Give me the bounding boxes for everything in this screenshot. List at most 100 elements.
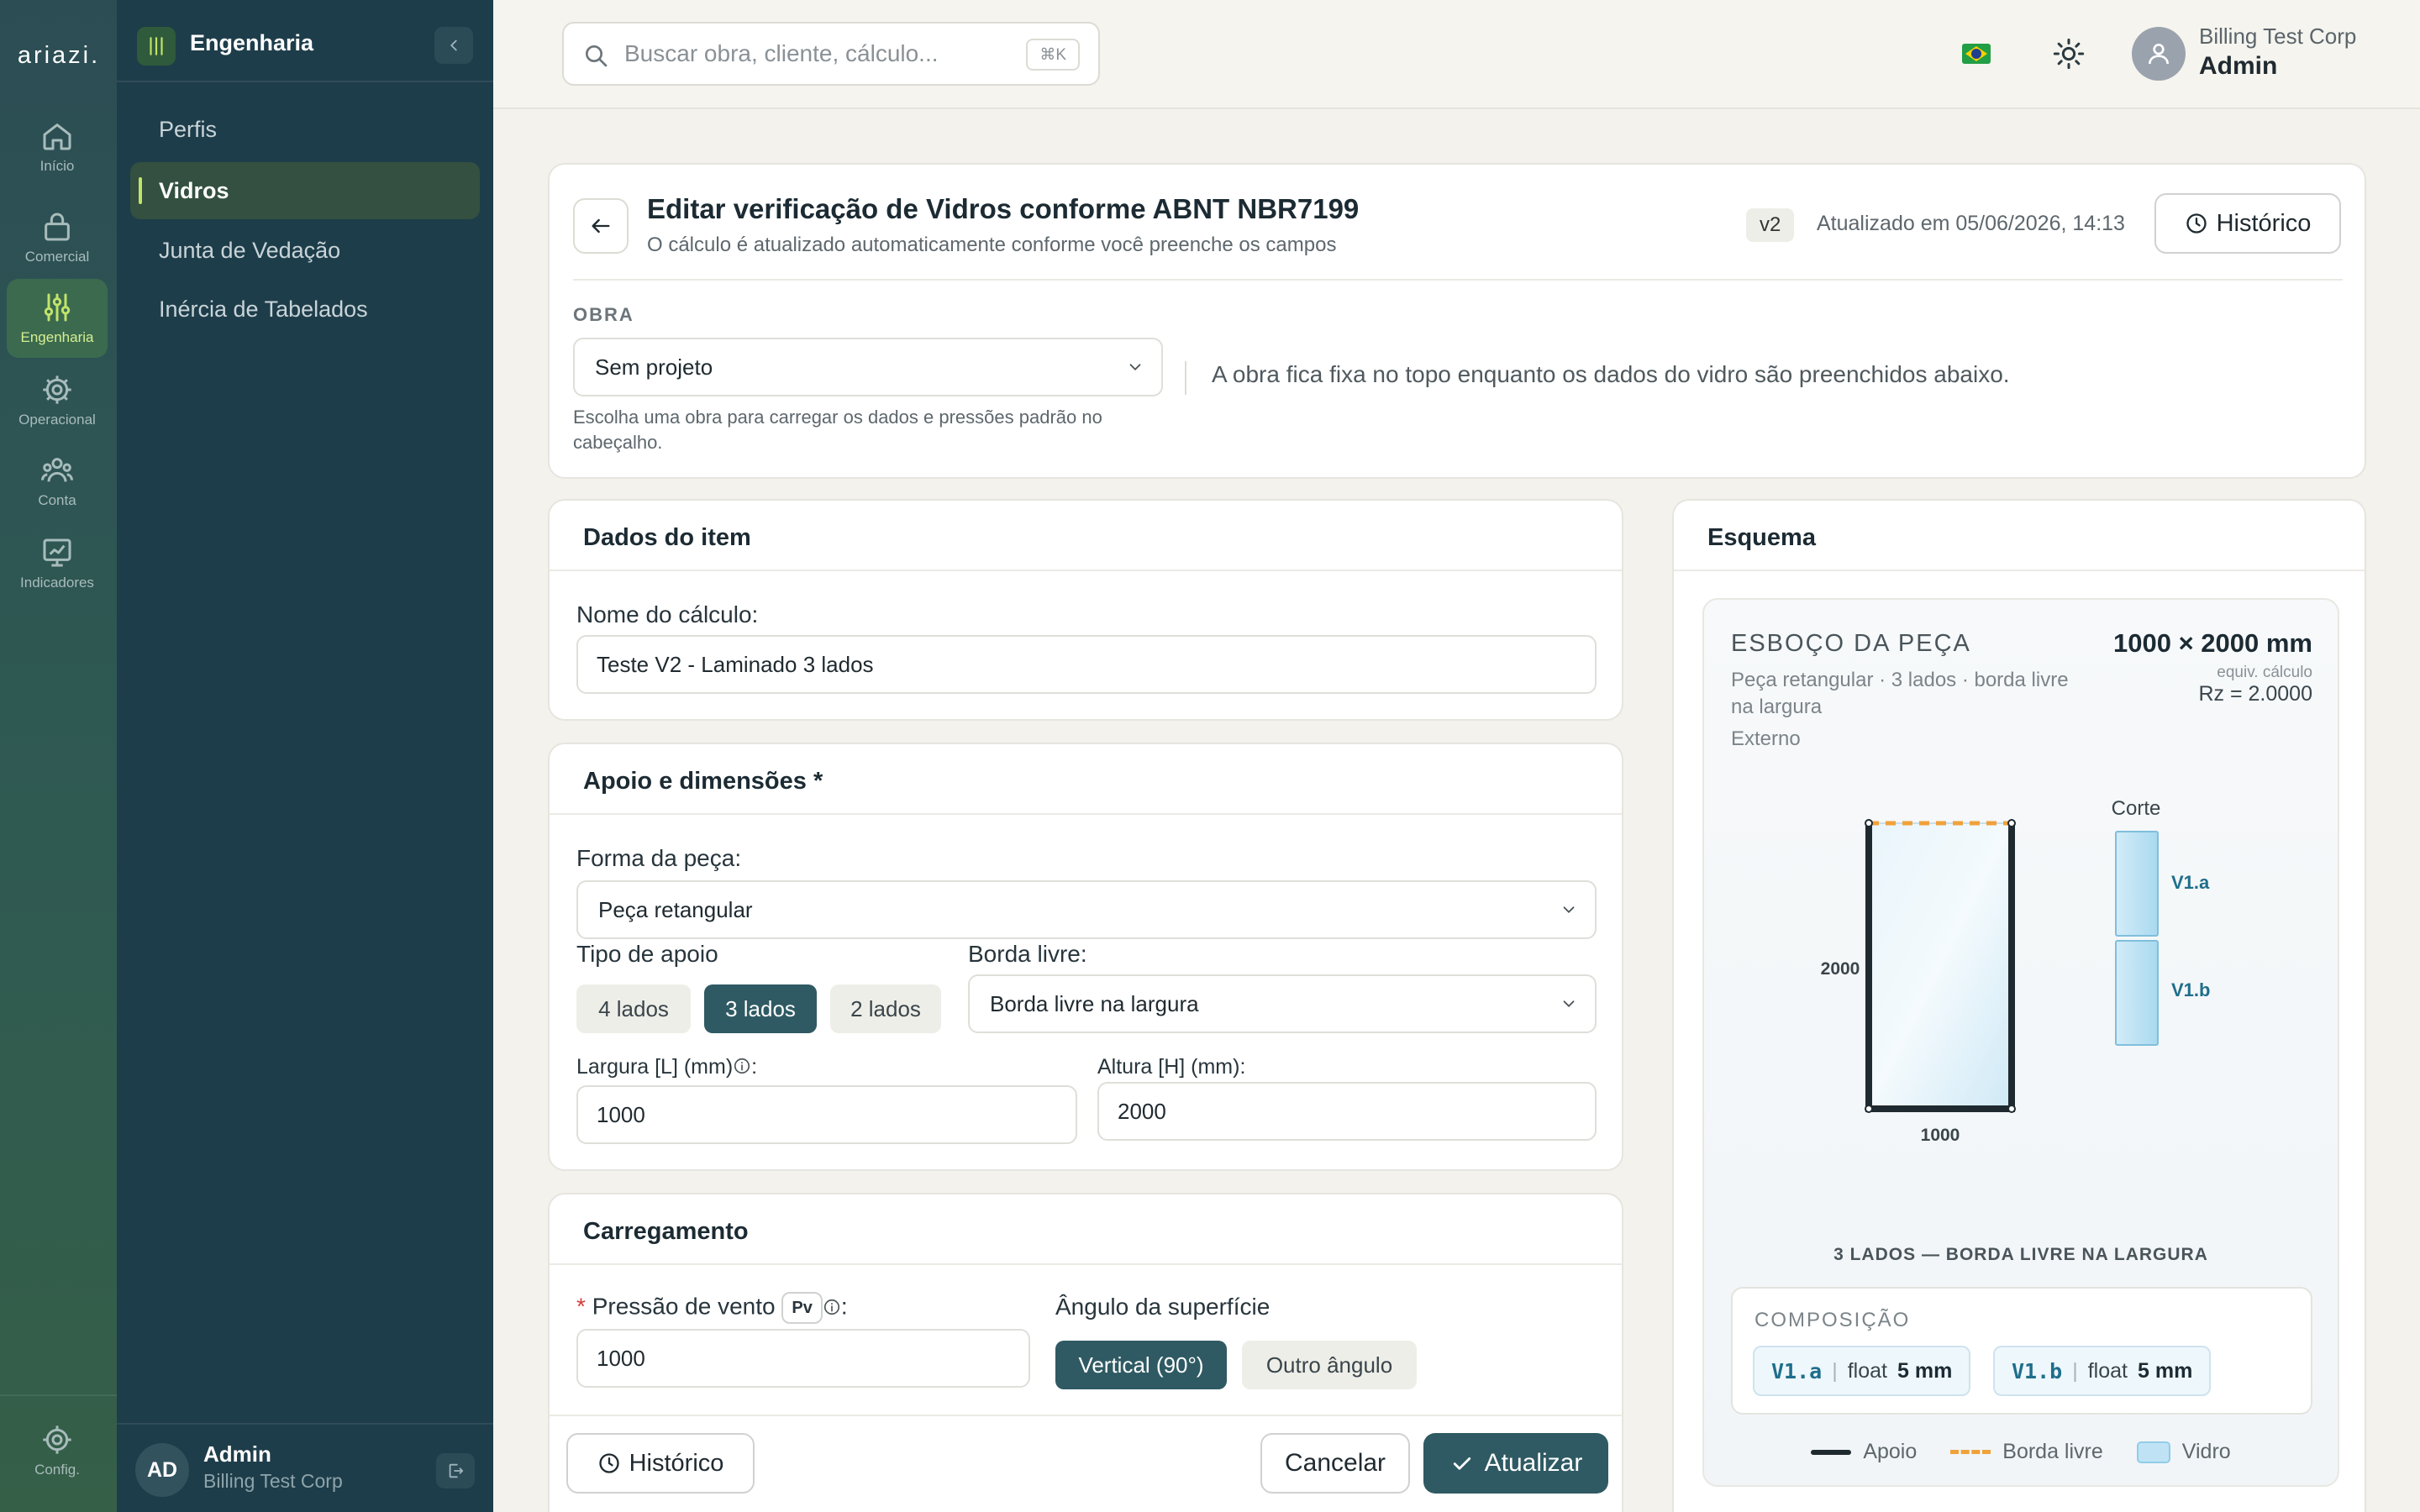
rail-item-engenharia[interactable]: Engenharia	[7, 279, 108, 358]
rail-label: Início	[39, 158, 75, 174]
back-button[interactable]	[573, 198, 629, 254]
glass-diagram: 2000 1000 Corte V1.a V1.b	[1821, 797, 2211, 1145]
home-icon	[43, 123, 71, 150]
section-cut-label: Corte	[2112, 797, 2161, 820]
sketch-dimensions: 1000 × 2000 mm	[2113, 628, 2312, 658]
height-input[interactable]	[1097, 1082, 1597, 1141]
user-avatar[interactable]	[2132, 27, 2186, 81]
obra-label: OBRA	[573, 304, 634, 325]
update-button-label: Atualizar	[1484, 1449, 1583, 1477]
chart-icon	[43, 538, 71, 567]
sidebar-header: Engenharia	[117, 0, 493, 82]
wind-pressure-input[interactable]	[576, 1329, 1030, 1388]
info-icon[interactable]	[823, 1298, 841, 1316]
legend-support-label: Apoio	[1863, 1440, 1918, 1463]
topbar-role: Admin	[2199, 52, 2278, 80]
rail-item-comercial[interactable]: Comercial	[7, 198, 108, 277]
layer-thickness: 5 mm	[2137, 1358, 2193, 1383]
section-divider	[550, 570, 1622, 571]
cancel-button[interactable]: Cancelar	[1260, 1433, 1410, 1494]
layer-b-label: V1.b	[2171, 979, 2210, 1000]
rail-label: Config.	[34, 1462, 80, 1478]
sketch-title: ESBOÇO DA PEÇA	[1731, 630, 1971, 657]
clock-icon	[2186, 213, 2207, 234]
sketch-rz: Rz = 2.0000	[2198, 682, 2312, 706]
users-icon	[41, 458, 73, 482]
sliders-icon	[150, 37, 163, 55]
chevron-down-icon	[1563, 1000, 1575, 1008]
sidebar-item-inercia-de-tabelados[interactable]: Inércia de Tabelados	[130, 281, 480, 338]
free-edge-label: Borda livre:	[968, 941, 1087, 967]
support-4-sides-option[interactable]: 4 lados	[576, 984, 691, 1033]
history-button[interactable]: Histórico	[2154, 193, 2341, 254]
sliders-icon	[44, 293, 71, 322]
width-label-text: Largura [L] (mm)	[576, 1055, 734, 1079]
legend-glass-label: Vidro	[2181, 1440, 2231, 1463]
sidebar-item-junta-de-vedacao[interactable]: Junta de Vedação	[130, 222, 480, 279]
rail-item-indicadores[interactable]: Indicadores	[7, 524, 108, 603]
logout-button[interactable]	[436, 1453, 475, 1488]
collapse-sidebar-button[interactable]	[434, 27, 473, 64]
sidebar-section-badge	[137, 27, 176, 66]
gear-icon	[43, 375, 71, 404]
update-button[interactable]: Atualizar	[1423, 1433, 1608, 1494]
composition-box: COMPOSIÇÃO V1.a | float 5 mm V1.b | floa…	[1731, 1287, 2312, 1415]
chevron-down-icon	[1563, 906, 1575, 914]
height-dimension-label: 2000	[1821, 959, 1860, 979]
support-3-sides-option[interactable]: 3 lados	[704, 984, 817, 1033]
search-input[interactable]	[624, 37, 986, 71]
shape-label: Forma da peça:	[576, 845, 742, 871]
app-logo: ariazi.	[17, 42, 101, 69]
search-shortcut: ⌘K	[1026, 39, 1080, 71]
support-type-label: Tipo de apoio	[576, 941, 718, 967]
calc-name-input[interactable]	[576, 635, 1597, 694]
rail-label: Indicadores	[20, 575, 94, 591]
history-footer-button[interactable]: Histórico	[566, 1433, 755, 1494]
rail-label: Engenharia	[20, 329, 94, 345]
sidebar-item-vidros[interactable]: Vidros	[130, 162, 480, 219]
obra-note: A obra fica fixa no topo enquanto os dad…	[1212, 361, 2010, 387]
rail-item-config[interactable]: Config.	[7, 1411, 108, 1490]
chevron-down-icon	[1129, 364, 1141, 371]
version-badge: v2	[1746, 208, 1795, 242]
width-label: Largura [L] (mm):	[576, 1055, 758, 1079]
legend-glass: Vidro	[2136, 1440, 2231, 1464]
search-box[interactable]: ⌘K	[562, 22, 1100, 86]
header-divider	[573, 279, 2343, 281]
rail-label: Conta	[38, 492, 76, 508]
rail-item-operacional[interactable]: Operacional	[7, 361, 108, 440]
obra-select[interactable]: Sem projeto	[573, 338, 1163, 396]
sidebar-item-perfis[interactable]: Perfis	[130, 101, 480, 158]
obra-select-value: Sem projeto	[595, 354, 713, 380]
layer-b-cut	[2115, 940, 2159, 1046]
rail-label: Operacional	[18, 412, 96, 428]
rail-item-inicio[interactable]: Início	[7, 108, 108, 186]
info-icon[interactable]	[733, 1057, 751, 1075]
section-divider	[550, 1263, 1622, 1265]
shape-select[interactable]: Peça retangular	[576, 880, 1597, 939]
angle-other-option[interactable]: Outro ângulo	[1242, 1341, 1417, 1389]
rail-item-conta[interactable]: Conta	[7, 442, 108, 521]
layer-chip: V1.b | float 5 mm	[1993, 1346, 2212, 1396]
legend-free-edge: Borda livre	[1950, 1440, 2103, 1464]
icon-rail: ariazi. Início Comercial Engenharia Oper…	[0, 0, 117, 1512]
item-data-card: Dados do item Nome do cálculo:	[548, 499, 1623, 721]
sketch-equiv-label: equiv. cálculo	[2217, 664, 2312, 681]
cancel-button-label: Cancelar	[1284, 1449, 1386, 1477]
brazil-flag-icon[interactable]	[1962, 44, 1991, 64]
obra-divider	[1185, 361, 1186, 395]
legend-support: Apoio	[1811, 1440, 1917, 1464]
angle-vertical-option[interactable]: Vertical (90°)	[1055, 1341, 1227, 1389]
corner-marker	[2007, 819, 2016, 827]
calc-name-label: Nome do cálculo:	[576, 601, 759, 627]
user-name: Admin	[203, 1441, 271, 1467]
width-input[interactable]	[576, 1085, 1077, 1144]
free-edge-select[interactable]: Borda livre na largura	[968, 974, 1597, 1033]
width-dimension-label: 1000	[1921, 1126, 1960, 1145]
sun-icon[interactable]	[2052, 37, 2086, 71]
layer-code: V1.a	[1771, 1358, 1823, 1383]
check-icon	[1453, 1457, 1470, 1470]
support-2-sides-option[interactable]: 2 lados	[830, 984, 941, 1033]
form-actions-bar: Histórico Cancelar Atualizar	[548, 1415, 1623, 1512]
glass-pane	[1868, 822, 2012, 1110]
